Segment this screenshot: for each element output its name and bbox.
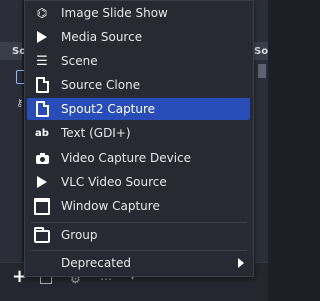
menu-item-label: Scene	[61, 54, 98, 68]
play-icon	[34, 174, 50, 190]
menu-item-vlc-video-source[interactable]: VLC Video Source	[27, 171, 250, 193]
document-icon	[34, 101, 50, 117]
play-icon	[34, 29, 50, 45]
menu-item-media-source[interactable]: Media Source	[27, 26, 250, 48]
window-icon	[34, 197, 50, 215]
sources-panel-left: So ⚷	[0, 0, 28, 300]
menu-item-label: Deprecated	[61, 256, 131, 270]
list-icon: ☰	[36, 53, 48, 69]
folder-icon	[34, 226, 50, 243]
menu-item-label: Image Slide Show	[61, 6, 168, 20]
menu-item-window-capture[interactable]: Window Capture	[27, 195, 250, 217]
menu-item-label: Window Capture	[61, 199, 160, 213]
slideshow-icon: ⌬	[36, 6, 48, 20]
menu-item-label: Source Clone	[61, 78, 141, 92]
sources-panel-right: So	[252, 0, 268, 300]
blank-icon	[34, 255, 50, 271]
menu-item-video-capture-device[interactable]: Video Capture Device	[27, 147, 250, 169]
menu-item-text-gdi[interactable]: ab Text (GDI+)	[27, 122, 250, 144]
menu-separator	[31, 250, 247, 251]
menu-item-label: Text (GDI+)	[61, 126, 131, 140]
scrollbar-handle[interactable]	[258, 64, 266, 78]
menu-item-label: Group	[61, 228, 98, 242]
menu-item-label: Video Capture Device	[61, 151, 192, 165]
add-source-context-menu: ⌬ Image Slide Show Media Source ☰ Scene …	[24, 0, 254, 277]
menu-item-source-clone[interactable]: Source Clone	[27, 74, 250, 96]
menu-item-label: VLC Video Source	[61, 175, 167, 189]
menu-item-deprecated[interactable]: Deprecated	[27, 252, 250, 274]
camera-icon	[34, 150, 50, 166]
menu-separator	[31, 222, 247, 223]
document-icon	[34, 77, 50, 93]
text-icon: ab	[35, 127, 49, 139]
menu-item-label: Spout2 Capture	[61, 102, 156, 116]
submenu-arrow-icon	[238, 258, 244, 268]
panel-header-label: So	[254, 46, 269, 57]
key-icon: ⚷	[16, 98, 24, 109]
menu-item-label: Media Source	[61, 30, 143, 44]
menu-item-image-slide-show[interactable]: ⌬ Image Slide Show	[27, 2, 250, 24]
menu-item-group[interactable]: Group	[27, 224, 250, 246]
menu-item-spout2-capture[interactable]: Spout2 Capture	[27, 98, 250, 120]
menu-item-scene[interactable]: ☰ Scene	[27, 50, 250, 72]
